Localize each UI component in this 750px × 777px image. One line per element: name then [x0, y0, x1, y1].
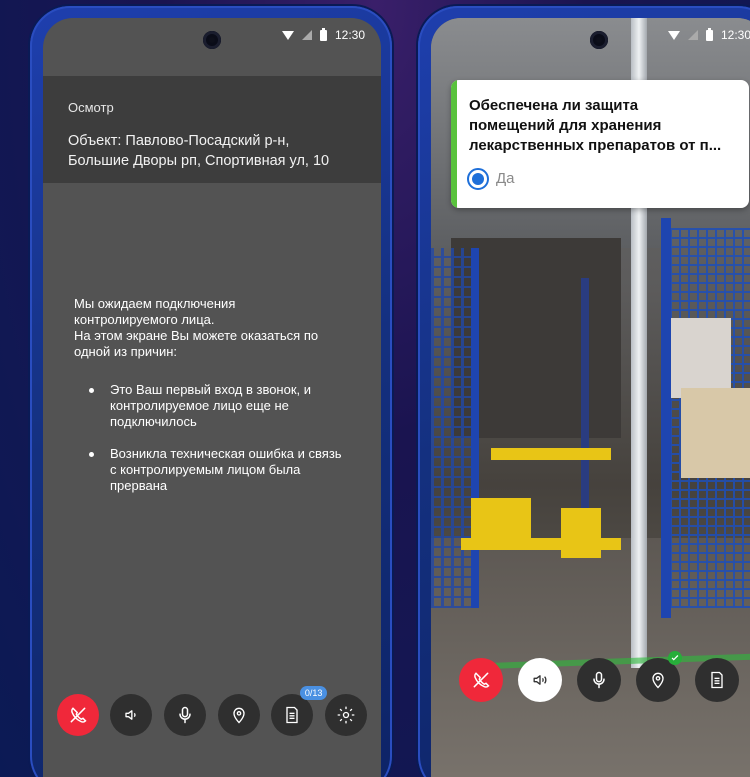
- page-title: Осмотр: [68, 100, 114, 115]
- answer-label: Да: [496, 170, 515, 187]
- microphone-button[interactable]: [164, 694, 207, 736]
- checklist-button[interactable]: 0/13: [271, 686, 328, 736]
- front-camera: [203, 31, 221, 49]
- gear-icon: [337, 706, 355, 724]
- checklist-button[interactable]: [695, 658, 739, 702]
- location-button[interactable]: [217, 694, 260, 736]
- microphone-icon: [179, 706, 191, 724]
- location-pin-icon: [233, 707, 245, 724]
- hangup-button[interactable]: [459, 658, 503, 702]
- checklist-progress-badge: 0/13: [299, 686, 328, 700]
- speaker-icon: [533, 675, 547, 685]
- phone-hangup-icon: [473, 672, 490, 688]
- hangup-button[interactable]: [56, 694, 99, 736]
- checklist-question-card[interactable]: Обеспечена ли защита помещений для хране…: [451, 80, 749, 208]
- document-icon: [286, 706, 299, 724]
- left-screen: 12:30 Осмотр Объект: Павлово-Посадский р…: [43, 18, 381, 777]
- wifi-icon: [667, 30, 680, 40]
- microphone-button[interactable]: [577, 658, 621, 702]
- status-bar: 12:30: [281, 27, 365, 42]
- document-icon: [711, 671, 723, 689]
- list-item: Возникла техническая ошибка и связь с ко…: [74, 446, 374, 494]
- location-shared-check-icon: [668, 651, 682, 665]
- question-text: Обеспечена ли защита помещений для хране…: [469, 97, 722, 154]
- microphone-icon: [593, 671, 605, 689]
- battery-icon: [319, 27, 327, 41]
- speaker-button[interactable]: [518, 658, 562, 702]
- waiting-message: Мы ожидаем подключения контролируемого л…: [74, 296, 374, 510]
- answer-radio-yes[interactable]: [467, 168, 489, 190]
- front-camera: [590, 31, 608, 49]
- battery-icon: [705, 27, 713, 41]
- list-item: Это Ваш первый вход в звонок, и контроли…: [74, 382, 374, 430]
- call-controls: 0/13: [43, 686, 381, 736]
- phone-right: 12:30 Обеспечена ли защита помещений для…: [418, 6, 750, 777]
- right-screen: 12:30 Обеспечена ли защита помещений для…: [431, 18, 750, 777]
- status-time: 12:30: [334, 28, 365, 42]
- reasons-list: Это Ваш первый вход в звонок, и контроли…: [74, 382, 374, 494]
- inspection-header: Осмотр Объект: Павлово-Посадский р-н, Бо…: [43, 76, 381, 183]
- signal-icon: [687, 30, 698, 40]
- phone-hangup-icon: [70, 707, 87, 723]
- status-time: 12:30: [720, 28, 750, 42]
- location-button[interactable]: [636, 651, 682, 702]
- speaker-button[interactable]: [110, 694, 153, 736]
- wifi-icon: [281, 30, 294, 40]
- settings-button[interactable]: [325, 694, 368, 736]
- location-pin-icon: [652, 672, 664, 689]
- object-address: Объект: Павлово-Посадский р-н, Большие Д…: [68, 133, 330, 169]
- status-bar: 12:30: [667, 27, 750, 42]
- call-controls: [459, 651, 750, 702]
- speaker-icon: [125, 710, 137, 720]
- phone-left: 12:30 Осмотр Объект: Павлово-Посадский р…: [30, 6, 392, 777]
- signal-icon: [301, 30, 312, 40]
